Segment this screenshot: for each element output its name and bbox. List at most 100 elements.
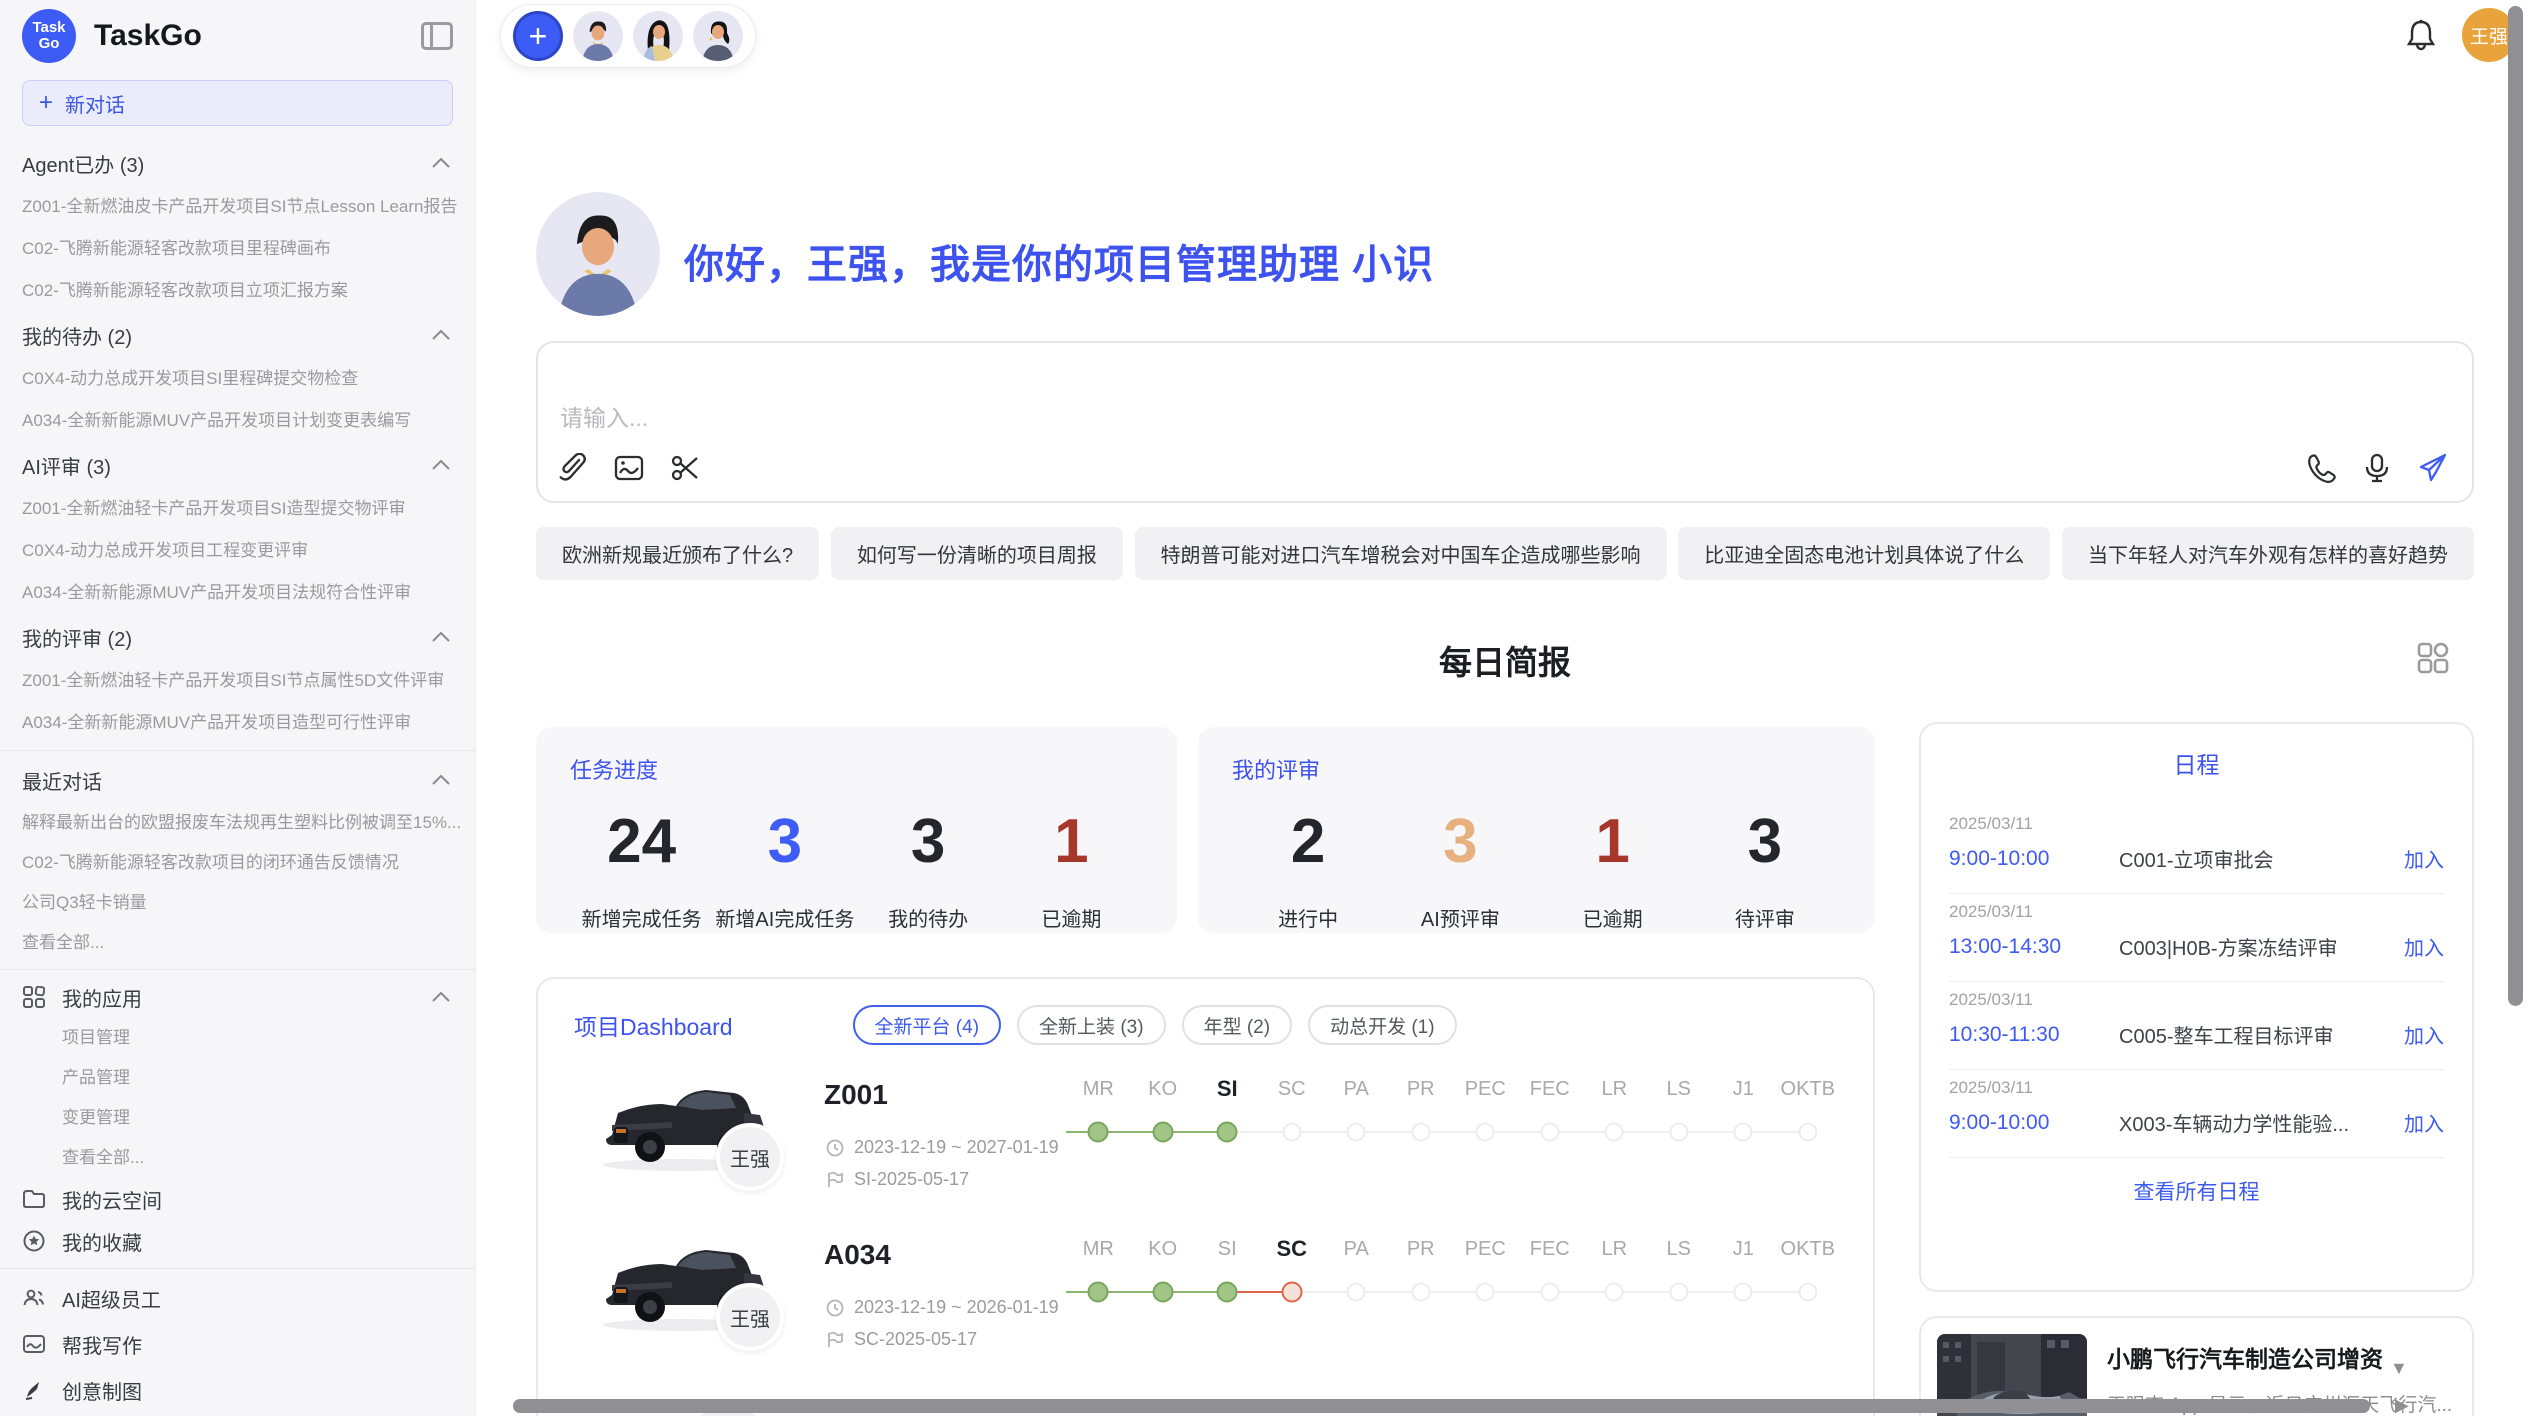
list-item[interactable]: A034-全新新能源MUV产品开发项目造型可行性评审	[0, 702, 475, 744]
sidebar-collapse-icon[interactable]	[421, 22, 453, 50]
section-ai-review[interactable]: AI评审 (3)	[0, 442, 475, 488]
filter-year-model[interactable]: 年型 (2)	[1182, 1005, 1293, 1045]
project-row[interactable]: 王强 A034 2023-12-19 ~ 2026-01-19 SC-2025-…	[538, 1205, 1873, 1375]
new-chat-button[interactable]: + 新对话	[22, 80, 453, 126]
milestone-dot	[1152, 1122, 1173, 1143]
sidebar-item-product-mgmt[interactable]: 产品管理	[0, 1058, 475, 1098]
suggestion-chip[interactable]: 如何写一份清晰的项目周报	[831, 527, 1123, 580]
sidebar-item-creative-drawing[interactable]: 创意制图	[0, 1367, 475, 1413]
stat-ai-pre-review: 3AI预评审	[1384, 811, 1536, 932]
filter-new-body[interactable]: 全新上装 (3)	[1017, 1005, 1166, 1045]
list-item[interactable]: Z001-全新燃油皮卡产品开发项目SI节点Lesson Learn报告	[0, 186, 475, 228]
sidebar-item-change-mgmt[interactable]: 变更管理	[0, 1098, 475, 1138]
flag-icon	[826, 1331, 844, 1349]
list-item[interactable]: Z001-全新燃油轻卡产品开发项目SI造型提交物评审	[0, 488, 475, 530]
list-item[interactable]: A034-全新新能源MUV产品开发项目法规符合性评审	[0, 572, 475, 614]
agent-avatar[interactable]	[693, 11, 743, 61]
app-title: TaskGo	[94, 19, 421, 53]
suggestion-chip[interactable]: 欧洲新规最近颁布了什么?	[536, 527, 819, 580]
project-owner-avatar: 王强	[716, 1123, 784, 1191]
flag-icon	[826, 1171, 844, 1189]
agent-avatar[interactable]	[633, 11, 683, 61]
sidebar-item-help-me-write[interactable]: 帮我写作	[0, 1321, 475, 1367]
sidebar-item-view-all-apps[interactable]: 查看全部...	[0, 1138, 475, 1178]
view-all-schedule-link[interactable]: 查看所有日程	[1949, 1176, 2444, 1206]
paperclip-icon[interactable]	[558, 453, 588, 483]
list-item[interactable]: Z001-全新燃油轻卡产品开发项目SI节点属性5D文件评审	[0, 660, 475, 702]
stat-in-progress: 2进行中	[1232, 811, 1384, 932]
filter-powertrain-dev[interactable]: 动总开发 (1)	[1308, 1005, 1457, 1045]
agent-avatar[interactable]	[573, 11, 623, 61]
join-button[interactable]: 加入	[2404, 844, 2444, 873]
logo-text-bottom: Go	[39, 36, 60, 52]
stat-new-completed: 24新增完成任务	[570, 811, 713, 932]
milestone-dot	[1669, 1283, 1688, 1302]
milestone-dot	[1540, 1283, 1559, 1302]
section-title: 我的待办 (2)	[22, 321, 132, 350]
section-title: AI评审 (3)	[22, 451, 111, 480]
creative-drawing-label: 创意制图	[62, 1376, 451, 1405]
schedule-date: 2025/03/11	[1949, 814, 2444, 834]
milestone-dot	[1734, 1283, 1753, 1302]
schedule-card: 日程 2025/03/11 9:00-10:00 C001-立项审批会 加入 2…	[1919, 722, 2474, 1292]
milestone-fec: FEC	[1518, 1233, 1583, 1303]
list-item[interactable]: 解释最新出台的欧盟报废车法规再生塑料比例被调至15%...	[0, 803, 475, 843]
bell-icon[interactable]	[2406, 19, 2436, 51]
ai-super-staff-label: AI超级员工	[62, 1284, 451, 1313]
send-icon[interactable]	[2418, 453, 2448, 483]
divider	[0, 1268, 475, 1269]
list-item[interactable]: 公司Q3轻卡销量	[0, 883, 475, 923]
milestone-dot	[1669, 1123, 1688, 1142]
list-item[interactable]: C0X4-动力总成开发项目工程变更评审	[0, 530, 475, 572]
list-item[interactable]: 查看全部...	[0, 923, 475, 963]
list-item[interactable]: C02-飞腾新能源轻客改款项目立项汇报方案	[0, 270, 475, 312]
section-recent-chats[interactable]: 最近对话	[0, 757, 475, 803]
section-title: 我的评审 (2)	[22, 623, 132, 652]
section-agent-done[interactable]: Agent已办 (3)	[0, 140, 475, 186]
logo-text-top: Task	[32, 20, 65, 36]
milestone-fec: FEC	[1518, 1073, 1583, 1143]
join-button[interactable]: 加入	[2404, 1108, 2444, 1137]
milestone-pa: PA	[1324, 1073, 1389, 1143]
list-item[interactable]: A034-全新新能源MUV产品开发项目计划变更表编写	[0, 400, 475, 442]
image-icon[interactable]	[614, 453, 644, 483]
sidebar-item-cloud-space[interactable]: 我的云空间	[0, 1178, 475, 1220]
schedule-time: 10:30-11:30	[1949, 1023, 2119, 1047]
sidebar-item-project-mgmt[interactable]: 项目管理	[0, 1018, 475, 1058]
scroll-right-arrow[interactable]: ▶	[2395, 1395, 2409, 1416]
sidebar-item-my-apps[interactable]: 我的应用	[0, 976, 475, 1018]
scissors-icon[interactable]	[670, 453, 700, 483]
project-row[interactable]: 王强 Z001 2023-12-19 ~ 2027-01-19 SI-2025-…	[538, 1045, 1873, 1215]
join-button[interactable]: 加入	[2404, 932, 2444, 961]
vertical-scrollbar[interactable]	[2508, 6, 2523, 1006]
suggestion-chip[interactable]: 比亚迪全固态电池计划具体说了什么	[1678, 527, 2050, 580]
schedule-date: 2025/03/11	[1949, 1078, 2444, 1098]
section-my-todo[interactable]: 我的待办 (2)	[0, 312, 475, 358]
horizontal-scrollbar[interactable]	[513, 1399, 2370, 1413]
card-title: 我的评审	[1232, 753, 1841, 785]
join-button[interactable]: 加入	[2404, 1020, 2444, 1049]
grid-layout-icon[interactable]	[2415, 640, 2451, 676]
milestone-mr: MR	[1066, 1233, 1131, 1303]
sidebar: Task Go TaskGo + 新对话 Agent已办 (3) Z001-全新…	[0, 0, 476, 1416]
composer-input[interactable]: 请输入...	[560, 399, 648, 433]
list-item[interactable]: C0X4-动力总成开发项目SI里程碑提交物检查	[0, 358, 475, 400]
suggestion-chip[interactable]: 特朗普可能对进口汽车增税会对中国车企造成哪些影响	[1135, 527, 1667, 580]
list-item[interactable]: C02-飞腾新能源轻客改款项目里程碑画布	[0, 228, 475, 270]
list-item[interactable]: C02-飞腾新能源轻客改款项目的闭环通告反馈情况	[0, 843, 475, 883]
filter-all-new-platform[interactable]: 全新平台 (4)	[853, 1005, 1002, 1045]
suggestion-chip[interactable]: 当下年轻人对汽车外观有怎样的喜好趋势	[2062, 527, 2474, 580]
phone-icon[interactable]	[2306, 453, 2336, 483]
divider	[0, 969, 475, 970]
chevron-up-icon	[431, 991, 451, 1003]
mic-icon[interactable]	[2362, 453, 2392, 483]
sidebar-item-ai-super-staff[interactable]: AI超级员工	[0, 1275, 475, 1321]
milestone-dot	[1347, 1283, 1366, 1302]
sidebar-item-favorites[interactable]: 我的收藏	[0, 1220, 475, 1262]
scroll-down-arrow[interactable]: ▼	[2390, 1358, 2408, 1379]
add-agent-button[interactable]: +	[513, 11, 563, 61]
schedule-item: 2025/03/11 9:00-10:00 X003-车辆动力学性能验... 加…	[1949, 1070, 2444, 1157]
section-my-review[interactable]: 我的评审 (2)	[0, 614, 475, 660]
milestone-dot	[1411, 1283, 1430, 1302]
milestone-si: SI	[1195, 1233, 1260, 1303]
